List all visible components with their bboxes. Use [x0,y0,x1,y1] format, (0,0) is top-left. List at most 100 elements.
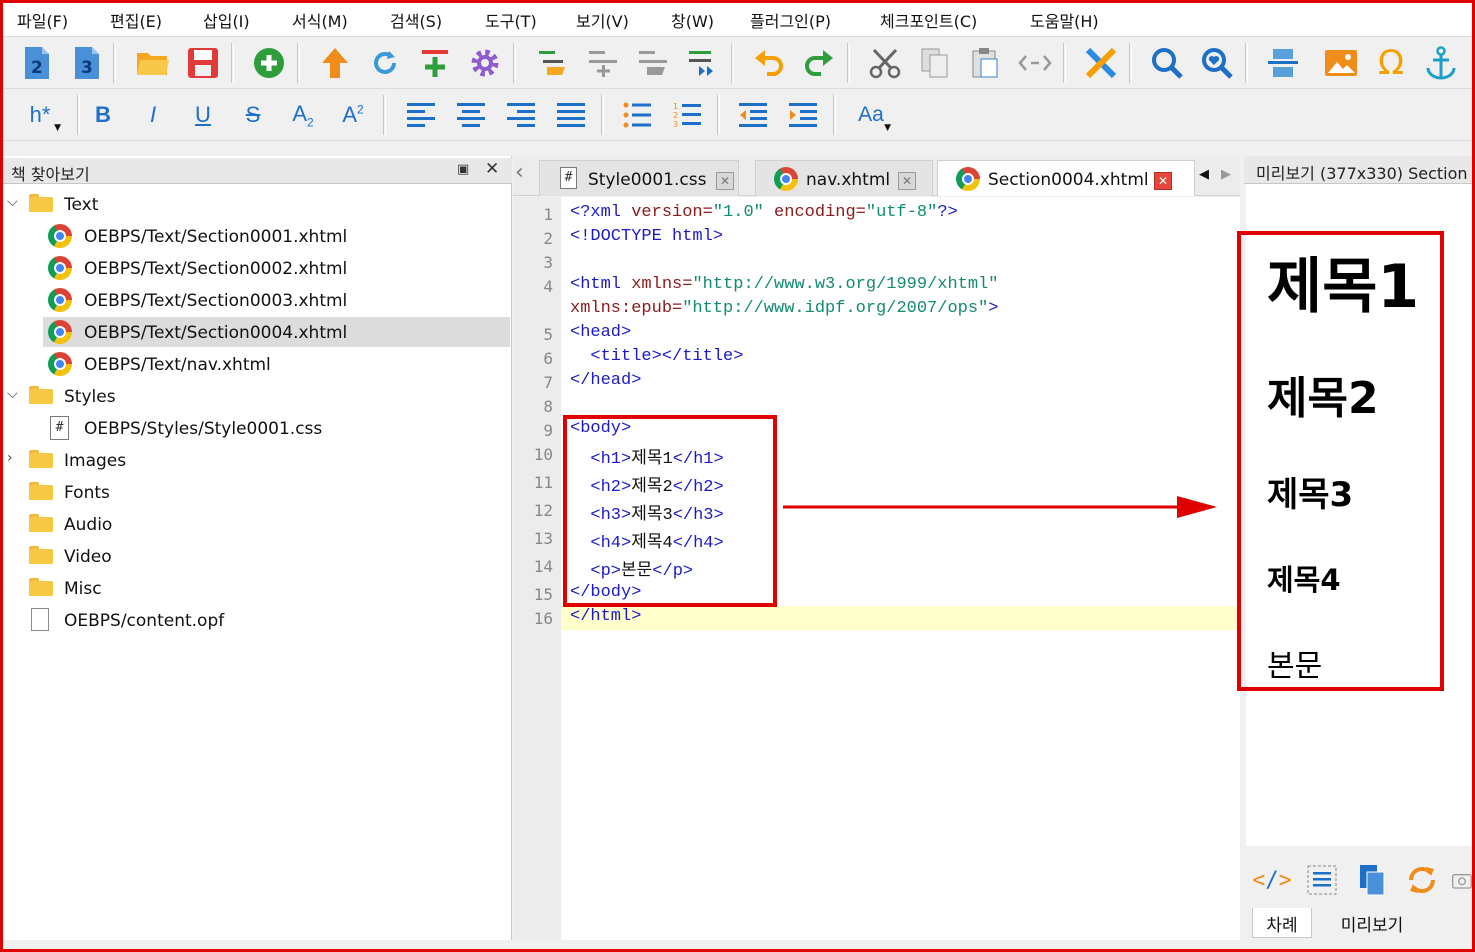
tree-folder-images[interactable]: › Images [3,445,512,475]
italic-button[interactable]: I [133,95,173,135]
float-panel-icon[interactable]: ▣ [457,162,469,177]
undo-button[interactable] [749,43,789,83]
menu-insert[interactable]: 삽입(I) [203,8,250,32]
align-right-icon[interactable] [501,95,541,135]
insert-special-char-omega-icon[interactable]: Ω [1371,43,1411,83]
code-view-icon[interactable]: </> [1252,862,1292,898]
cut-scissors-icon[interactable] [865,43,905,83]
code-token: "http://www.w3.org/1999/xhtml" [692,275,999,294]
tree-item-section0003[interactable]: OEBPS/Text/Section0003.xhtml [3,285,512,315]
code-token: 제목1 [631,450,673,469]
inspect-list-icon[interactable] [1304,862,1340,898]
add-file-button[interactable] [249,43,289,83]
line-number: 13 [533,529,553,548]
refresh-preview-icon[interactable] [1404,862,1440,898]
refresh-button[interactable] [365,43,405,83]
menu-edit[interactable]: 편집(E) [110,8,162,32]
search-replace-icon[interactable] [1197,43,1237,83]
menu-help[interactable]: 도움말(H) [1030,8,1099,32]
superscript-button[interactable]: A2 [333,95,373,135]
copy-document-icon[interactable] [1354,862,1390,898]
align-left-icon[interactable] [401,95,441,135]
epub3-label: 3 [81,58,93,78]
toc-add-icon[interactable] [583,43,623,83]
tree-item-nav[interactable]: OEBPS/Text/nav.xhtml [3,349,512,379]
decrease-indent-icon[interactable] [733,95,773,135]
insert-image-icon[interactable] [1321,43,1361,83]
menu-window[interactable]: 창(W) [671,8,714,32]
toc-remove-icon[interactable] [633,43,673,83]
code-editor[interactable]: 1 2 3 4 5 6 7 8 9 10 11 12 13 14 15 16 <… [513,197,1240,940]
tree-folder-audio[interactable]: Audio [3,509,512,539]
tree-item-stylesheet[interactable]: # OEBPS/Styles/Style0001.css [3,413,512,443]
numbered-list-icon[interactable]: 123 [667,95,707,135]
subscript-button[interactable]: A2 [283,95,323,135]
scroll-tabs-right-icon[interactable]: ▶ [1221,167,1231,182]
new-epub2-button[interactable]: 2 [17,43,57,83]
increase-indent-icon[interactable] [783,95,823,135]
preview-panel: 미리보기 (377x330) Section 제목1 제목2 제목3 제목4 본… [1244,156,1472,940]
menu-view[interactable]: 보기(V) [576,8,629,32]
toolbar-separator [601,95,604,135]
chevron-right-icon[interactable]: › [7,450,13,466]
underline-button[interactable]: U [183,95,223,135]
editor-tab-bar: ‹ # Style0001.css ✕ nav.xhtml ✕ Section0… [513,156,1240,196]
close-icon[interactable]: ✕ [485,159,499,179]
line-number: 8 [543,397,553,416]
scroll-tabs-left-icon[interactable]: ‹ [515,160,524,185]
settings-gear-icon[interactable] [465,43,505,83]
code-token: "1.0" [712,203,764,222]
tab-close-icon[interactable]: ✕ [716,172,734,190]
tree-folder-fonts[interactable]: Fonts [3,477,512,507]
tree-item-section0001[interactable]: OEBPS/Text/Section0001.xhtml [3,221,512,251]
tab-preview[interactable]: 미리보기 [1322,908,1422,938]
save-button[interactable] [183,43,223,83]
search-icon[interactable] [1147,43,1187,83]
tab-toc[interactable]: 차례 [1252,908,1312,938]
tree-folder-styles[interactable]: ⌵ Styles [3,381,512,411]
open-folder-button[interactable] [133,43,173,83]
tree-item-section0002[interactable]: OEBPS/Text/Section0002.xhtml [3,253,512,283]
tab-style0001-css[interactable]: # Style0001.css ✕ [539,160,739,196]
chevron-down-icon[interactable]: ⌵ [7,194,18,210]
menu-format[interactable]: 서식(M) [292,8,348,32]
scroll-tabs-left-icon[interactable]: ◀ [1199,167,1209,182]
split-button[interactable] [415,43,455,83]
toc-expand-icon[interactable] [683,43,723,83]
tab-close-icon[interactable]: ✕ [1154,172,1172,190]
menu-tools[interactable]: 도구(T) [485,8,537,32]
tree-folder-video[interactable]: Video [3,541,512,571]
tab-nav-xhtml[interactable]: nav.xhtml ✕ [755,160,933,196]
validate-x-icon[interactable] [1081,43,1121,83]
redo-button[interactable] [799,43,839,83]
text-case-button[interactable]: Aa ▼ [847,95,895,135]
tree-folder-misc[interactable]: Misc [3,573,512,603]
chevron-down-icon[interactable]: ⌵ [7,386,18,402]
bullet-list-icon[interactable] [617,95,657,135]
tab-section0004-xhtml[interactable]: Section0004.xhtml ✕ [937,160,1195,196]
heading-dropdown-button[interactable]: h* ▼ [17,95,63,135]
menu-checkpoints[interactable]: 체크포인트(C) [880,8,977,32]
tree-item-content-opf[interactable]: OEBPS/content.opf [3,605,512,635]
align-justify-icon[interactable] [551,95,591,135]
link-code-icon[interactable] [1015,43,1055,83]
file-icon [31,608,49,631]
toc-create-icon[interactable] [533,43,573,83]
new-epub3-button[interactable]: 3 [67,43,107,83]
tab-close-icon[interactable]: ✕ [898,172,916,190]
align-center-icon[interactable] [451,95,491,135]
menu-plugins[interactable]: 플러그인(P) [750,8,831,32]
tree-folder-text[interactable]: ⌵ Text [3,189,512,219]
copy-icon[interactable] [915,43,955,83]
menu-file[interactable]: 파일(F) [17,8,68,32]
strikethrough-button[interactable]: S [233,95,273,135]
menu-search[interactable]: 검색(S) [390,8,442,32]
insert-anchor-icon[interactable] [1421,43,1461,83]
screenshot-icon[interactable] [1452,862,1472,898]
paste-icon[interactable] [965,43,1005,83]
move-up-button[interactable] [315,43,355,83]
annotation-arrow-icon [783,496,1217,518]
bold-button[interactable]: B [83,95,123,135]
insert-break-icon[interactable] [1263,43,1303,83]
tree-item-section0004[interactable]: OEBPS/Text/Section0004.xhtml [43,317,510,347]
